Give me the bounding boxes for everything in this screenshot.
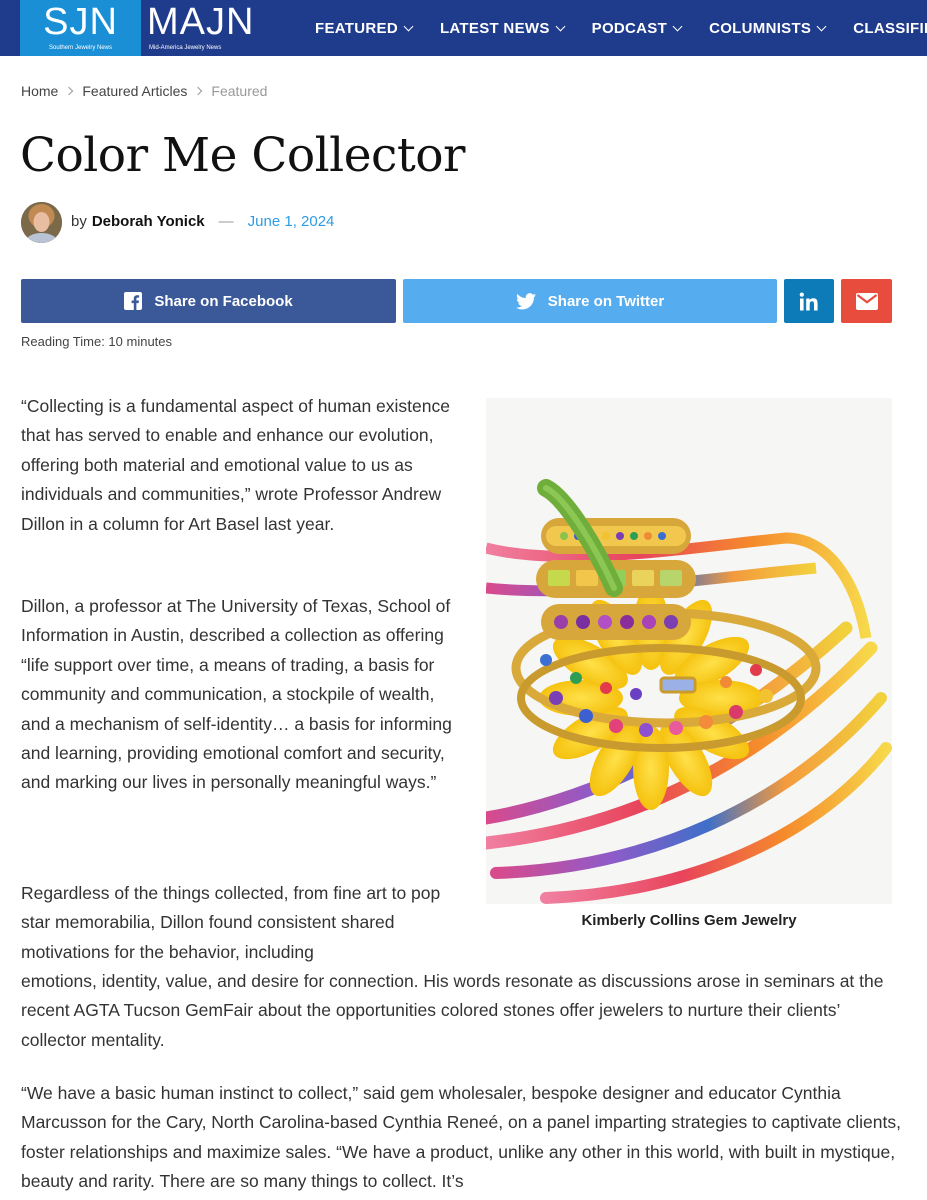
- share-email-button[interactable]: [841, 279, 892, 323]
- author-link[interactable]: Deborah Yonick: [92, 213, 205, 230]
- nav-podcast-label: PODCAST: [591, 19, 668, 37]
- majn-logo[interactable]: MAJN Mid-America Jewelry News: [141, 0, 255, 56]
- article-paragraph: “We have a basic human instinct to colle…: [21, 1083, 901, 1192]
- image-caption: Kimberly Collins Gem Jewelry: [581, 912, 797, 929]
- share-twitter-label: Share on Twitter: [547, 292, 665, 310]
- share-twitter-button[interactable]: Share on Twitter: [403, 279, 777, 323]
- article-paragraph-continued: emotions, identity, value, and desire fo…: [21, 971, 884, 1050]
- share-facebook-button[interactable]: Share on Facebook: [21, 279, 396, 323]
- twitter-icon: [515, 292, 536, 310]
- nav-columnists[interactable]: COLUMNISTS: [709, 19, 827, 37]
- breadcrumb-featured-articles[interactable]: Featured Articles: [82, 83, 187, 99]
- article-image[interactable]: [486, 398, 892, 904]
- breadcrumb: Home Featured Articles Featured: [21, 83, 267, 99]
- sjn-logo[interactable]: SJN Southern Jewelry News: [20, 0, 141, 56]
- byline-by: by: [71, 213, 87, 230]
- nav-podcast[interactable]: PODCAST: [591, 19, 683, 37]
- share-facebook-label: Share on Facebook: [154, 292, 293, 310]
- publish-date[interactable]: June 1, 2024: [248, 213, 335, 230]
- nav-classified[interactable]: CLASSIFIED: [853, 20, 927, 37]
- reading-time: Reading Time: 10 minutes: [21, 334, 173, 349]
- chevron-down-icon: [816, 21, 827, 31]
- byline: by Deborah Yonick — June 1, 2024: [71, 213, 334, 230]
- breadcrumb-current: Featured: [211, 83, 268, 99]
- breadcrumb-home[interactable]: Home: [21, 83, 58, 99]
- chevron-right-icon: [194, 86, 203, 96]
- nav-classified-label: CLASSIFIED: [853, 19, 927, 37]
- majn-logo-text: MAJN: [147, 1, 255, 43]
- share-linkedin-button[interactable]: [784, 279, 834, 323]
- nav-columnists-label: COLUMNISTS: [709, 19, 812, 37]
- nav-featured-label: FEATURED: [315, 19, 398, 37]
- chevron-right-icon: [65, 86, 74, 96]
- chevron-down-icon: [555, 21, 566, 31]
- linkedin-icon: [799, 292, 819, 311]
- nav-latest-news-label: LATEST NEWS: [439, 19, 550, 37]
- jewelry-photo: [486, 398, 892, 904]
- site-header: SJN Southern Jewelry News MAJN Mid-Ameri…: [0, 0, 927, 56]
- article-paragraph: Regardless of the things collected, from…: [21, 883, 441, 962]
- sjn-logo-subtitle: Southern Jewelry News: [48, 45, 113, 51]
- avatar[interactable]: [21, 202, 62, 243]
- email-icon: [855, 292, 878, 310]
- main-nav: FEATURED LATEST NEWS PODCAST COLUMNISTS …: [300, 0, 927, 56]
- facebook-icon: [124, 292, 143, 310]
- page-title: Color Me Collector: [20, 128, 465, 183]
- article-paragraph: “Collecting is a fundamental aspect of h…: [21, 396, 450, 534]
- sjn-logo-text: SJN: [43, 1, 118, 43]
- byline-dash: —: [218, 213, 234, 230]
- nav-featured[interactable]: FEATURED: [315, 19, 414, 37]
- author-photo: [21, 202, 62, 243]
- chevron-down-icon: [403, 21, 414, 31]
- nav-latest-news[interactable]: LATEST NEWS: [439, 19, 566, 37]
- majn-logo-subtitle: Mid-America Jewelry News: [149, 45, 222, 51]
- chevron-down-icon: [672, 21, 683, 31]
- article-paragraph: Dillon, a professor at The University of…: [21, 596, 452, 793]
